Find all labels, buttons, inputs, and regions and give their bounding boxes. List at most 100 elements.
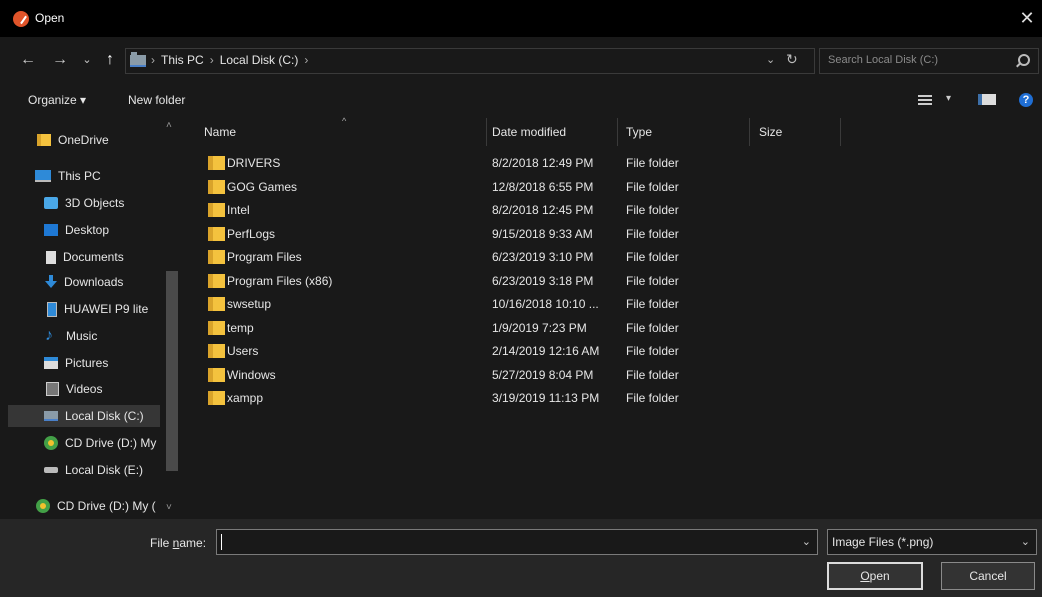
view-options-icon[interactable] — [918, 95, 932, 105]
back-button[interactable]: ← — [18, 51, 38, 69]
sidebar-item-this-pc[interactable]: This PC — [0, 165, 165, 187]
column-divider[interactable] — [486, 118, 487, 146]
address-dropdown-icon[interactable]: ⌄ — [766, 53, 775, 66]
file-name-cell: Intel — [227, 203, 250, 217]
sidebar-item-cd-drive-d-network[interactable]: CD Drive (D:) My ( — [0, 495, 165, 517]
refresh-icon[interactable]: ↻ — [786, 51, 798, 68]
sidebar-item-pictures[interactable]: Pictures — [0, 352, 165, 374]
type-cell: File folder — [626, 250, 679, 264]
recent-locations-button[interactable]: ⌄ — [80, 51, 94, 69]
column-header-type[interactable]: Type — [626, 116, 652, 148]
table-row[interactable]: Windows 5/27/2019 8:04 PM File folder — [204, 364, 744, 386]
scroll-up-icon[interactable]: ˄ — [166, 120, 172, 131]
pc-icon — [35, 170, 51, 182]
sidebar-item-cd-drive-d[interactable]: CD Drive (D:) My — [0, 432, 165, 454]
table-row[interactable]: temp 1/9/2019 7:23 PM File folder — [204, 317, 744, 339]
breadcrumb: › This PC › Local Disk (C:) › — [151, 53, 308, 67]
forward-button[interactable]: → — [50, 51, 70, 69]
sidebar-item-onedrive[interactable]: OneDrive — [0, 129, 165, 151]
file-name-cell: Program Files — [227, 250, 302, 264]
table-row[interactable]: DRIVERS 8/2/2018 12:49 PM File folder — [204, 152, 744, 174]
date-modified-cell: 5/27/2019 8:04 PM — [492, 367, 594, 382]
search-input[interactable]: Search Local Disk (C:) — [819, 48, 1039, 74]
sidebar-item-3d-objects[interactable]: 3D Objects — [0, 192, 165, 214]
folder-icon — [208, 297, 225, 311]
new-folder-button[interactable]: New folder — [128, 93, 185, 107]
table-row[interactable]: Program Files 6/23/2019 3:10 PM File folde… — [204, 246, 744, 268]
folder-icon — [208, 179, 225, 194]
table-row[interactable]: xampp 3/19/2019 11:13 PM File folder — [204, 387, 744, 409]
date-modified-cell: 12/8/2018 6:55 PM — [492, 179, 594, 194]
type-cell: File folder — [626, 156, 679, 170]
scroll-down-icon[interactable]: ˅ — [166, 502, 172, 513]
file-name-cell: PerfLogs — [227, 226, 276, 241]
sidebar-item-music[interactable]: ♪ Music — [0, 325, 165, 347]
file-name-dropdown-icon[interactable]: ⌄ — [802, 535, 811, 548]
phone-icon — [47, 301, 57, 317]
file-name-cell: DRIVERS — [227, 156, 281, 170]
table-row[interactable]: Intel 8/2/2018 12:45 PM File folder — [204, 199, 744, 221]
table-row[interactable]: Users 2/14/2019 12:16 AM File folder — [204, 340, 744, 362]
sidebar-item-videos[interactable]: Videos — [0, 378, 165, 400]
window-title: Open — [35, 11, 65, 25]
breadcrumb-local-disk[interactable]: Local Disk (C:) — [220, 53, 299, 67]
address-bar[interactable]: › This PC › Local Disk (C:) › ⌄ ↻ — [125, 48, 815, 74]
text-caret — [221, 534, 222, 550]
organize-button[interactable]: Organize ▾ — [28, 93, 86, 107]
sidebar-scrollbar-thumb[interactable] — [166, 271, 178, 471]
sidebar-item-label: 3D Objects — [65, 196, 125, 210]
column-divider[interactable] — [840, 118, 841, 146]
file-name-input[interactable]: ⌄ — [216, 529, 818, 555]
sidebar-item-label: Downloads — [64, 275, 124, 289]
search-icon[interactable] — [1018, 54, 1030, 66]
table-row[interactable]: swsetup 10/16/2018 10:10 ... File folder — [204, 293, 744, 315]
breadcrumb-separator[interactable]: › — [304, 53, 308, 67]
file-type-dropdown-icon[interactable]: ⌄ — [1021, 535, 1030, 548]
sidebar-item-label: Music — [66, 329, 98, 343]
3d-objects-icon — [44, 197, 58, 209]
close-button[interactable]: ✕ — [1012, 5, 1042, 31]
column-divider[interactable] — [749, 118, 750, 146]
onedrive-folder-icon — [37, 134, 51, 146]
folder-icon — [208, 273, 225, 288]
table-row[interactable]: PerfLogs 9/15/2018 9:33 AM File folder — [204, 223, 744, 245]
column-header-size[interactable]: Size — [759, 116, 782, 148]
breadcrumb-separator[interactable]: › — [151, 53, 155, 67]
pictures-icon — [44, 357, 58, 369]
desktop-icon — [44, 224, 58, 236]
type-cell: File folder — [626, 391, 679, 405]
table-row[interactable]: GOG Games 12/8/2018 6:55 PM File folder — [204, 176, 744, 198]
view-dropdown-icon[interactable]: ▾ — [946, 93, 951, 104]
folder-icon — [208, 203, 225, 217]
cancel-button[interactable]: Cancel — [941, 562, 1035, 590]
documents-icon — [46, 250, 56, 264]
videos-icon — [46, 382, 59, 396]
sidebar-item-downloads[interactable]: Downloads — [0, 271, 165, 293]
app-icon — [13, 11, 29, 27]
column-header-name[interactable]: Name — [204, 116, 236, 148]
file-name-cell: Program Files (x86) — [227, 273, 333, 288]
date-modified-cell: 10/16/2018 10:10 ... — [492, 297, 599, 311]
file-name-label: File name: — [150, 536, 206, 550]
column-divider[interactable] — [617, 118, 618, 146]
sidebar-item-local-disk-e[interactable]: Local Disk (E:) — [0, 459, 165, 481]
up-button[interactable]: ↑ — [100, 51, 120, 69]
file-type-select[interactable]: Image Files (*.png) ⌄ — [827, 529, 1037, 555]
breadcrumb-separator[interactable]: › — [210, 53, 214, 67]
local-disk-icon — [44, 411, 58, 421]
sidebar-item-documents[interactable]: Documents — [0, 246, 165, 268]
type-cell: File folder — [626, 367, 679, 382]
type-cell: File folder — [626, 273, 679, 288]
column-header-date-modified[interactable]: Date modified — [492, 116, 566, 148]
table-row[interactable]: Program Files (x86) 6/23/2019 3:18 PM File… — [204, 270, 744, 292]
breadcrumb-this-pc[interactable]: This PC — [161, 53, 204, 67]
sidebar-item-label: Documents — [63, 250, 124, 264]
sidebar-item-huawei-p9-lite[interactable]: HUAWEI P9 lite — [0, 298, 165, 320]
type-cell: File folder — [626, 320, 679, 335]
sidebar-item-desktop[interactable]: Desktop — [0, 219, 165, 241]
help-icon[interactable]: ? — [1019, 93, 1033, 107]
sidebar-item-local-disk-c[interactable]: Local Disk (C:) — [8, 405, 160, 427]
open-button[interactable]: Open — [827, 562, 923, 590]
preview-pane-icon[interactable] — [978, 94, 996, 105]
date-modified-cell: 9/15/2018 9:33 AM — [492, 226, 593, 241]
